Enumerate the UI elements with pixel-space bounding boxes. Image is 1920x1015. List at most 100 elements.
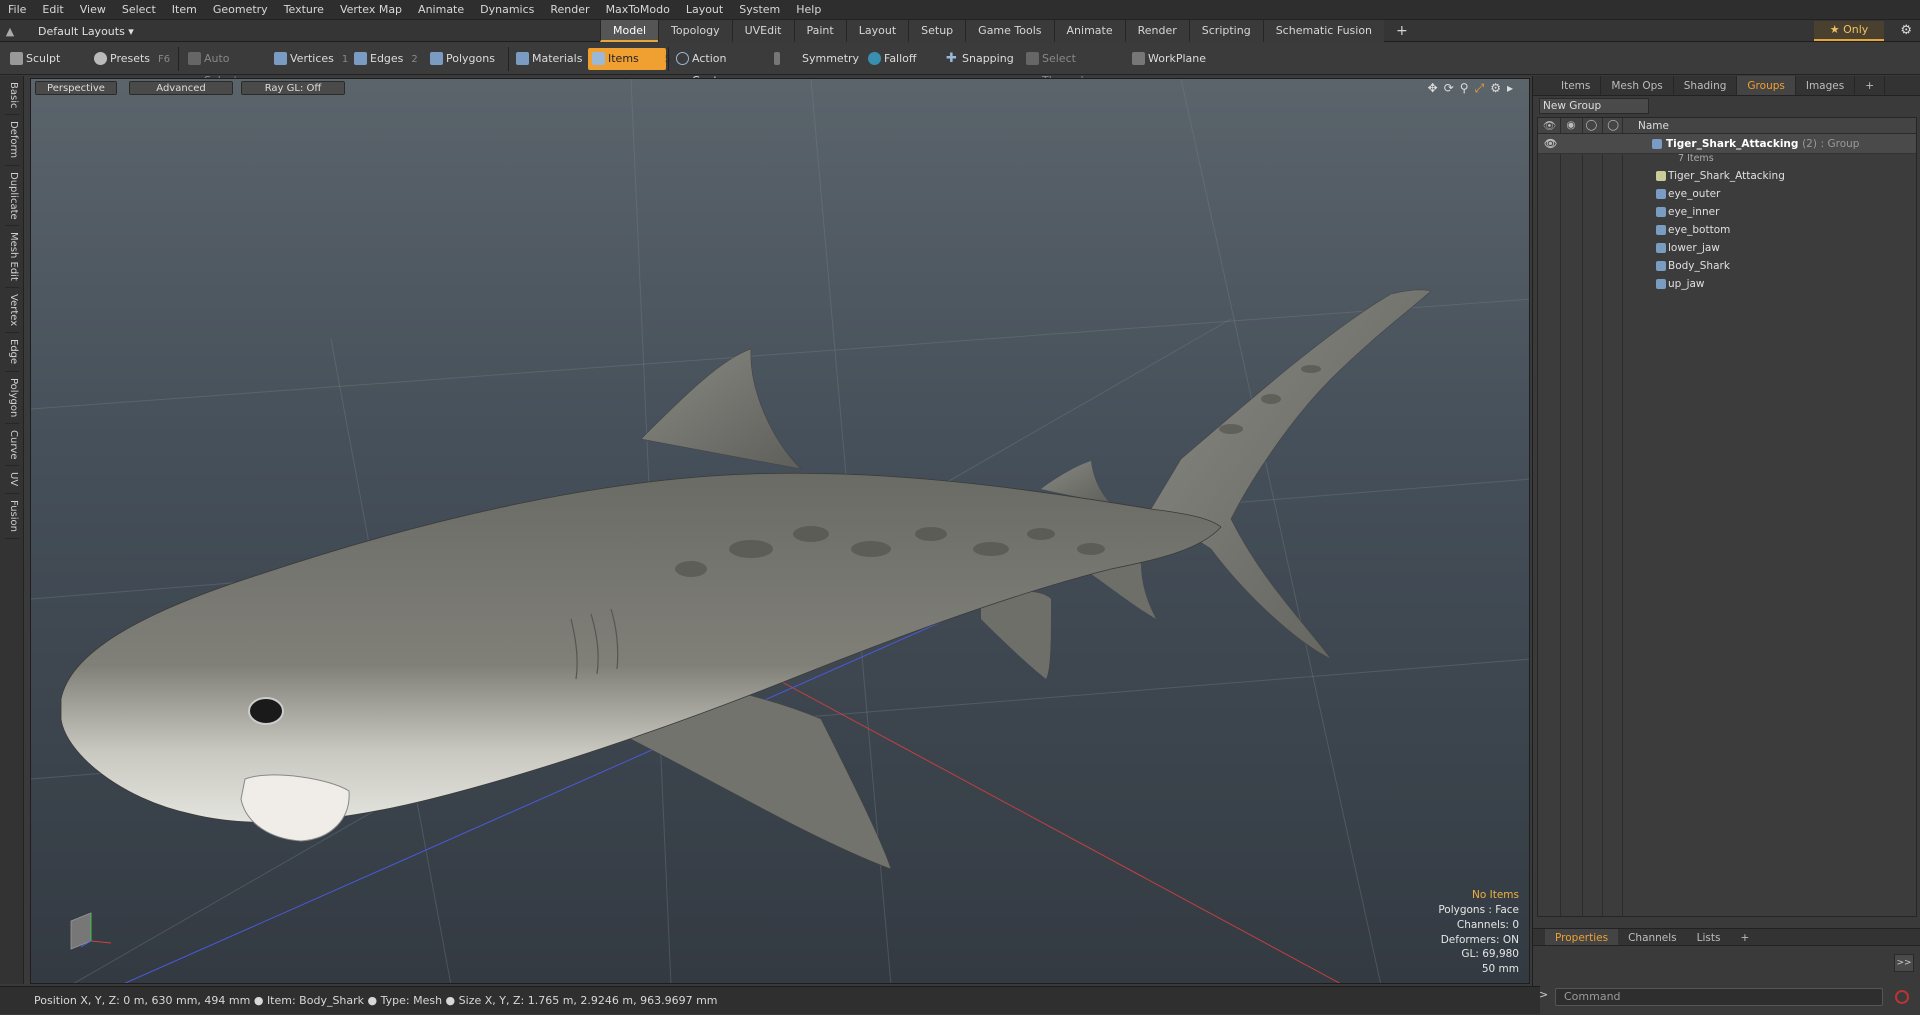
- menu-vertex-map[interactable]: Vertex Map: [332, 0, 410, 20]
- 3d-viewport[interactable]: Perspective Advanced Ray GL: Off ✥ ⟳ ⚲ ⤢…: [30, 78, 1530, 984]
- tab-fusion[interactable]: Fusion: [5, 494, 19, 539]
- tree-item-eye-outer[interactable]: eye_outer: [1538, 185, 1916, 203]
- tab-render[interactable]: Render: [1124, 20, 1189, 42]
- tab-mesh-ops[interactable]: Mesh Ops: [1601, 76, 1674, 95]
- tab-groups[interactable]: Groups: [1737, 76, 1796, 95]
- tab-polygon[interactable]: Polygon: [5, 372, 19, 424]
- zoom-view-icon[interactable]: ⚲: [1460, 81, 1469, 96]
- menu-texture[interactable]: Texture: [276, 0, 332, 20]
- tab-vertex[interactable]: Vertex: [5, 288, 19, 334]
- select-icon[interactable]: ◯: [1607, 119, 1619, 132]
- tab-uvedit[interactable]: UVEdit: [731, 20, 794, 42]
- fit-view-icon[interactable]: ⤢: [1475, 81, 1485, 96]
- tab-deform[interactable]: Deform: [5, 115, 19, 166]
- tab-scripting[interactable]: Scripting: [1188, 20, 1263, 42]
- shark-eye: [248, 697, 284, 725]
- only-toggle[interactable]: ★ Only: [1814, 21, 1884, 41]
- tab-shading[interactable]: Shading: [1674, 76, 1738, 95]
- menu-system[interactable]: System: [731, 0, 788, 20]
- tree-item-locator[interactable]: Tiger_Shark_Attacking: [1538, 167, 1916, 185]
- channels-info: Channels: 0: [1456, 918, 1519, 931]
- lock-icon[interactable]: ◯: [1585, 119, 1597, 132]
- perspective-button[interactable]: Perspective: [35, 81, 117, 95]
- command-input[interactable]: Command: [1555, 988, 1883, 1006]
- select-through-button[interactable]: Select Through: [1022, 48, 1122, 87]
- menu-animate[interactable]: Animate: [410, 0, 472, 20]
- tab-curve[interactable]: Curve: [5, 424, 19, 467]
- rotate-view-icon[interactable]: ⟳: [1444, 81, 1454, 96]
- viewport-settings-icon[interactable]: ⚙: [1490, 81, 1501, 96]
- tab-paint[interactable]: Paint: [793, 20, 846, 42]
- vertices-button[interactable]: Vertices 1: [270, 48, 348, 70]
- render-icon[interactable]: ◉: [1566, 119, 1575, 132]
- auto-select-button[interactable]: Auto Select: [184, 48, 266, 87]
- menu-file[interactable]: File: [0, 0, 34, 20]
- tiger-shark-model[interactable]: [60, 289, 1432, 870]
- menu-maxtomodo[interactable]: MaxToModo: [598, 0, 678, 20]
- eye-icon[interactable]: 👁: [1543, 119, 1556, 132]
- name-column-header[interactable]: Name: [1638, 120, 1669, 132]
- workplane-button[interactable]: WorkPlane: [1128, 48, 1210, 70]
- tree-item-eye-bottom[interactable]: eye_bottom: [1538, 221, 1916, 239]
- polygon-mode-info: Polygons : Face: [1438, 904, 1519, 917]
- falloff-button[interactable]: Falloff: [864, 48, 936, 70]
- tab-properties[interactable]: Properties: [1545, 929, 1619, 945]
- menu-dynamics[interactable]: Dynamics: [472, 0, 542, 20]
- tab-layout[interactable]: Layout: [845, 20, 909, 42]
- item-label: Body_Shark: [1668, 260, 1730, 272]
- menu-item[interactable]: Item: [164, 0, 205, 20]
- collapse-icon[interactable]: ▲: [0, 25, 20, 38]
- menu-edit[interactable]: Edit: [34, 0, 71, 20]
- expand-arrows-button[interactable]: >>: [1894, 954, 1914, 972]
- add-panel-tab-button[interactable]: +: [1855, 76, 1886, 95]
- presets-button[interactable]: Presets F6: [90, 48, 172, 70]
- tab-animate[interactable]: Animate: [1053, 20, 1125, 42]
- tab-game-tools[interactable]: Game Tools: [965, 20, 1054, 42]
- tree-item-body-shark[interactable]: Body_Shark: [1538, 257, 1916, 275]
- tab-channels[interactable]: Channels: [1618, 929, 1687, 945]
- tree-item-up-jaw[interactable]: up_jaw: [1538, 275, 1916, 293]
- tab-uv[interactable]: UV: [5, 466, 19, 494]
- add-tab-button[interactable]: +: [1384, 20, 1420, 42]
- menu-geometry[interactable]: Geometry: [205, 0, 276, 20]
- tab-items[interactable]: Items: [1551, 76, 1602, 95]
- materials-button[interactable]: Materials: [512, 48, 586, 70]
- add-properties-tab-button[interactable]: +: [1730, 929, 1759, 945]
- menu-layout[interactable]: Layout: [678, 0, 731, 20]
- symmetry-button[interactable]: Symmetry: [770, 48, 859, 70]
- action-center-button[interactable]: Action Center: [672, 48, 766, 87]
- sculpt-button[interactable]: Sculpt: [6, 48, 86, 70]
- snapping-button[interactable]: ✚ Snapping: [942, 48, 1024, 70]
- tab-basic[interactable]: Basic: [5, 76, 19, 116]
- tab-lists[interactable]: Lists: [1687, 929, 1731, 945]
- tab-topology[interactable]: Topology: [658, 20, 732, 42]
- advanced-button[interactable]: Advanced: [129, 81, 233, 95]
- gear-icon[interactable]: ⚙: [1900, 23, 1912, 38]
- tree-item-lower-jaw[interactable]: lower_jaw: [1538, 239, 1916, 257]
- tab-setup[interactable]: Setup: [908, 20, 966, 42]
- tab-schematic-fusion[interactable]: Schematic Fusion: [1262, 20, 1385, 42]
- record-icon[interactable]: [1895, 990, 1909, 1004]
- tab-mesh-edit[interactable]: Mesh Edit: [5, 226, 19, 289]
- items-button[interactable]: Items5: [588, 48, 671, 70]
- menu-select[interactable]: Select: [114, 0, 164, 20]
- falloff-icon: [868, 52, 881, 65]
- menu-view[interactable]: View: [72, 0, 114, 20]
- tab-edge[interactable]: Edge: [5, 333, 19, 372]
- raygl-button[interactable]: Ray GL: Off: [241, 81, 345, 95]
- tab-images[interactable]: Images: [1796, 76, 1856, 95]
- polygons-button[interactable]: Polygons: [426, 48, 504, 70]
- new-group-button[interactable]: New Group: [1539, 98, 1649, 114]
- expand-arrow-icon[interactable]: ▸: [1507, 81, 1513, 96]
- layout-selector[interactable]: ▲ Default Layouts ▾: [0, 20, 300, 42]
- move-view-icon[interactable]: ✥: [1428, 81, 1438, 96]
- tree-item-eye-inner[interactable]: eye_inner: [1538, 203, 1916, 221]
- edges-button[interactable]: Edges 2: [350, 48, 422, 70]
- menu-help[interactable]: Help: [788, 0, 829, 20]
- visibility-eye-icon[interactable]: 👁: [1544, 134, 1557, 154]
- mesh-icon: [1656, 189, 1666, 199]
- tab-model[interactable]: Model: [600, 20, 659, 42]
- group-row[interactable]: 👁 Tiger_Shark_Attacking (2) : Group: [1538, 134, 1916, 154]
- tab-duplicate[interactable]: Duplicate: [5, 166, 19, 227]
- menu-render[interactable]: Render: [542, 0, 597, 20]
